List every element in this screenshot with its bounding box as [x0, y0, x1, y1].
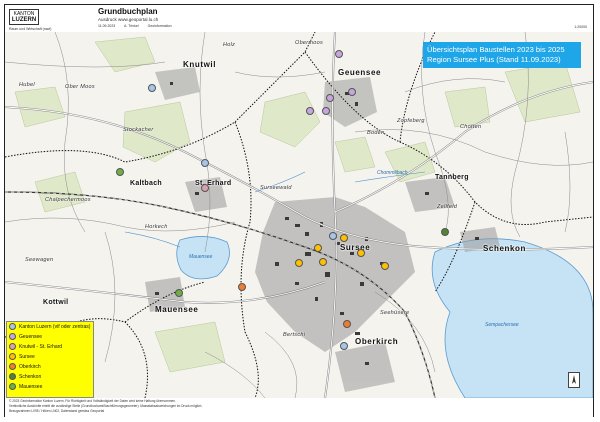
- place-sursee: Sursee: [340, 243, 371, 252]
- site-marker-geuensee[interactable]: [306, 107, 314, 115]
- locality-holz: Holz: [223, 42, 236, 48]
- locality-horkech: Horkech: [145, 224, 168, 230]
- legend-swatch: [9, 333, 16, 341]
- place-knutwil: Knutwil: [183, 60, 217, 69]
- north-arrow-icon: [568, 372, 580, 388]
- site-marker-oberkirch[interactable]: [238, 283, 246, 291]
- sheet-footer: © 2023 Geoinformation Kanton Luzern. Für…: [5, 398, 593, 417]
- legend-label: Kanton Luzern (vif oder zentras): [19, 324, 91, 330]
- site-marker-sursee[interactable]: [340, 234, 348, 242]
- legend-label: Sursee: [19, 354, 35, 360]
- organisation-label: Raum und Wirtschaft (rawi): [9, 27, 51, 31]
- stream-label-chommlibach: Chommlibach: [377, 170, 408, 176]
- legend-item: Sursee: [9, 353, 35, 362]
- locality-chalpechermoos: Chalpechermoos: [45, 197, 91, 203]
- legend-label: Mauensee: [19, 384, 43, 390]
- plan-title-line2: Region Sursee Plus (Stand 11.09.2023): [427, 55, 561, 64]
- lake-label-mauensee: Mauensee: [189, 254, 213, 260]
- legend-item: Schenkon: [9, 373, 41, 382]
- legend-swatch: [9, 373, 16, 381]
- place-kaltbach: Kaltbach: [130, 180, 162, 187]
- site-marker-schenkon[interactable]: [441, 228, 449, 236]
- site-marker-geuensee[interactable]: [335, 50, 343, 58]
- place-geuensee: Geuensee: [338, 68, 382, 77]
- site-marker-sursee[interactable]: [295, 259, 303, 267]
- site-marker-kanton[interactable]: [340, 342, 348, 350]
- canton-logo: KANTON LUZERN: [9, 9, 39, 25]
- map-sheet: KANTON LUZERN Raum und Wirtschaft (rawi)…: [0, 0, 600, 422]
- site-marker-mauensee[interactable]: [175, 289, 183, 297]
- sheet-title: Grundbuchplan: [98, 7, 158, 16]
- map-legend: Kanton Luzern (vif oder zentras) Geuense…: [6, 321, 94, 398]
- legend-swatch: [9, 363, 16, 371]
- legend-label: Knutwil - St. Erhard: [19, 344, 63, 350]
- place-tannberg: Tannberg: [435, 174, 469, 181]
- org-name: Raum und Wirtschaft (rawi): [9, 27, 52, 31]
- map-scale: 1:20000: [574, 25, 587, 29]
- legend-item: Oberkirch: [9, 363, 41, 372]
- site-marker-sursee[interactable]: [381, 262, 389, 270]
- author-name: A. Trinkel: [124, 24, 139, 28]
- locality-boden: Boden: [367, 130, 385, 136]
- sheet-header: KANTON LUZERN Raum und Wirtschaft (rawi)…: [5, 5, 593, 33]
- site-marker-knutwil-st-erhard[interactable]: [201, 184, 209, 192]
- place-kottwil: Kottwil: [43, 299, 69, 306]
- legend-label: Oberkirch: [19, 364, 41, 370]
- legend-label: Schenkon: [19, 374, 42, 380]
- legend-item: Kanton Luzern (vif oder zentras): [9, 323, 90, 332]
- legend-label: Geuensee: [19, 334, 43, 340]
- legend-swatch: [9, 353, 16, 361]
- site-marker-sursee[interactable]: [314, 244, 322, 252]
- legend-swatch: [9, 383, 16, 391]
- locality-obermoos: Obermoos: [295, 40, 324, 46]
- site-marker-kanton[interactable]: [148, 84, 156, 92]
- site-marker-geuensee[interactable]: [322, 107, 330, 115]
- org-unit: Geoinformation: [147, 24, 172, 28]
- legend-swatch: [9, 343, 16, 351]
- place-mauensee: Mauensee: [155, 305, 199, 314]
- legend-swatch: [9, 323, 16, 331]
- place-schenkon: Schenkon: [483, 244, 527, 253]
- locality-surseewald: Surseewald: [260, 185, 292, 191]
- footer-disclaimer: © 2023 Geoinformation Kanton Luzern. Für…: [9, 399, 176, 403]
- site-marker-geuensee[interactable]: [326, 94, 334, 102]
- site-marker-mauensee[interactable]: [116, 168, 124, 176]
- map-canvas[interactable]: Knutwil Geuensee Kaltbach St. Erhard Sur…: [5, 32, 593, 398]
- locality-zopfeberg: Zopfeberg: [397, 118, 425, 124]
- legend-item: Geuensee: [9, 333, 42, 342]
- footer-disclaimer-2: Verbindliche Auskünfte erteilt die zustä…: [9, 404, 203, 408]
- plan-title-box: Übersichtsplan Baustellen 2023 bis 2025 …: [423, 42, 581, 68]
- legend-item: Mauensee: [9, 383, 42, 392]
- site-marker-geuensee[interactable]: [348, 88, 356, 96]
- locality-zellfeld: Zellfeld: [437, 204, 458, 210]
- locality-seehuesere: Seehüsere: [380, 310, 410, 316]
- site-marker-sursee[interactable]: [319, 258, 327, 266]
- locality-seewagen: Seewagen: [25, 257, 54, 263]
- place-oberkirch: Oberkirch: [355, 337, 399, 346]
- locality-chotten: Chotten: [460, 124, 482, 130]
- print-date: 11.09.2023: [98, 24, 116, 28]
- site-marker-kanton[interactable]: [201, 159, 209, 167]
- locality-bertschi: Bertschi: [283, 332, 306, 338]
- sheet-meta: 11.09.2023 A. Trinkel Geoinformation: [98, 24, 180, 28]
- locality-ober-moos: Ober Moos: [65, 84, 95, 90]
- locality-stockacher: Stockacher: [123, 127, 154, 133]
- legend-item: Knutwil - St. Erhard: [9, 343, 62, 352]
- sheet-subtitle: Ausdruck www.geoportal.lu.ch: [98, 17, 159, 22]
- logo-name-text: LUZERN: [11, 17, 37, 23]
- plan-title-line1: Übersichtsplan Baustellen 2023 bis 2025: [427, 45, 565, 54]
- site-marker-oberkirch[interactable]: [343, 320, 351, 328]
- site-marker-kanton[interactable]: [329, 232, 337, 240]
- locality-hubel: Hubel: [19, 82, 35, 88]
- site-marker-sursee[interactable]: [357, 249, 365, 257]
- footer-reference: Bezugsrahmen LV95 / Höhen LN02, Datensta…: [9, 409, 105, 413]
- lake-label-sempachersee: Sempachersee: [485, 322, 519, 328]
